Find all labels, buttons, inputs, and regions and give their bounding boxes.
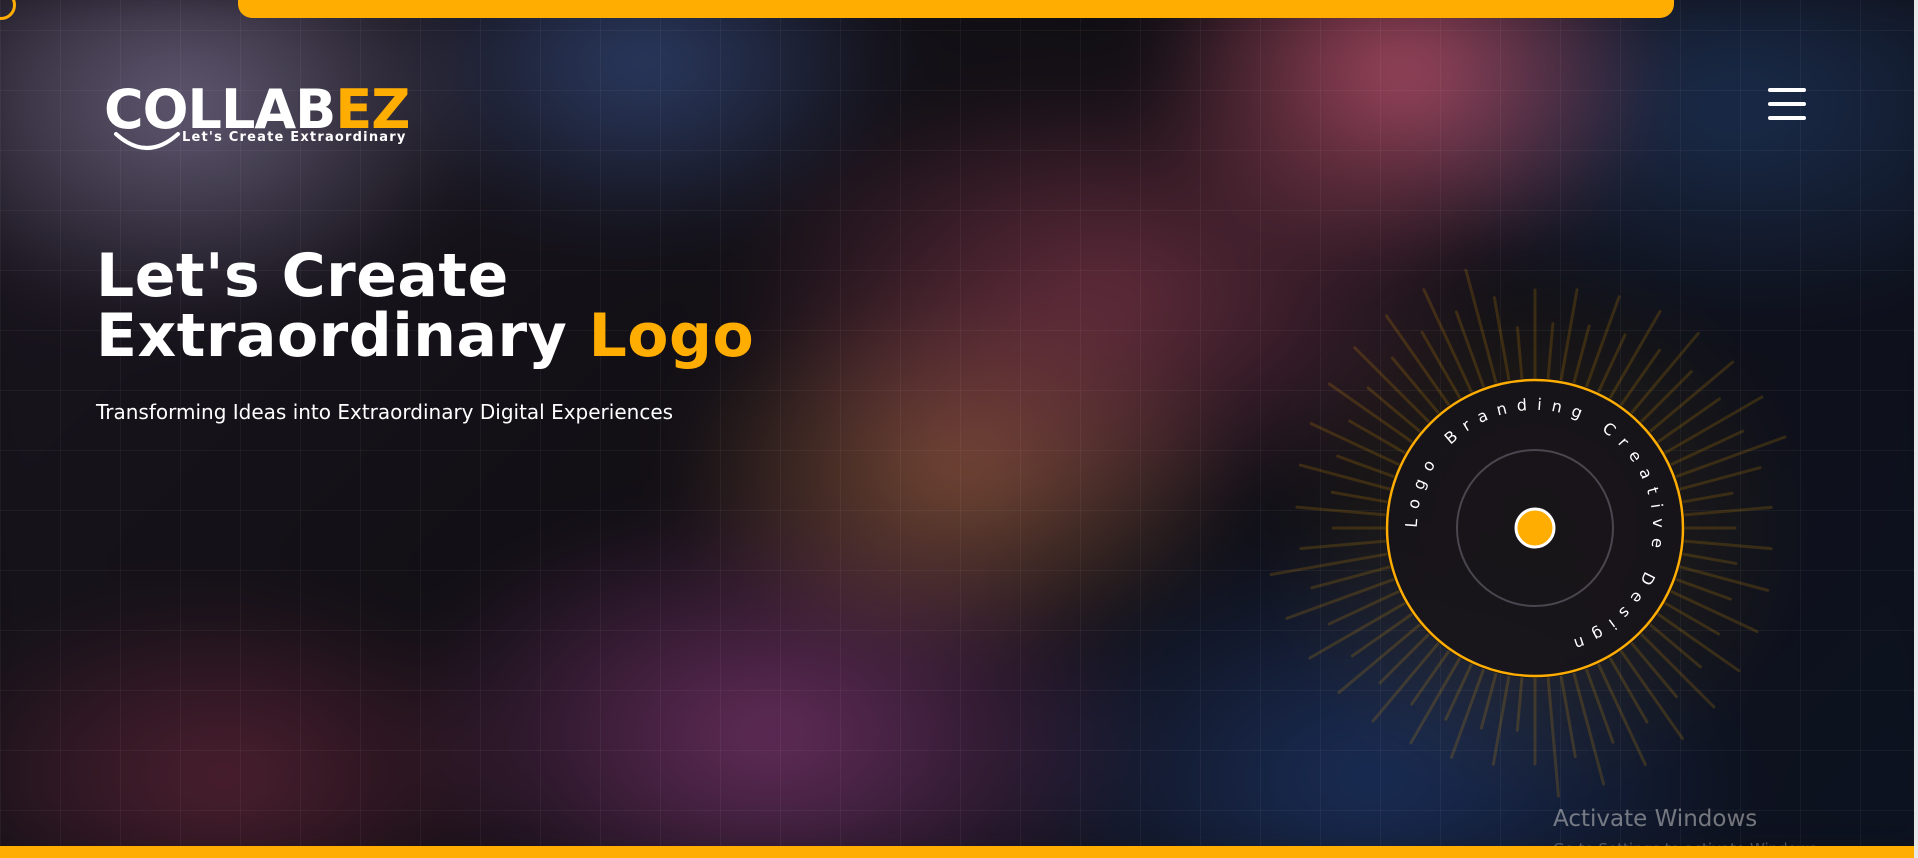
bottom-accent-bar	[0, 846, 1918, 858]
hamburger-menu-icon[interactable]	[1768, 88, 1806, 120]
scrollbar-edge[interactable]	[1914, 0, 1918, 858]
logo-smile-icon	[114, 132, 180, 150]
site-logo[interactable]: COLLABEZ Let's Create Extraordinary	[104, 80, 414, 154]
activate-windows-title: Activate Windows	[1553, 806, 1758, 832]
landing-page: COLLABEZ Let's Create Extraordinary Let'…	[0, 0, 1918, 858]
top-accent-bar	[238, 0, 1674, 18]
hero-title: Let's Create Extraordinary Logo	[96, 246, 754, 366]
hero-title-line-1: Let's Create	[96, 241, 509, 311]
hero-title-line-2: Extraordinary Logo	[96, 306, 754, 366]
logo-tagline: Let's Create Extraordinary	[182, 130, 407, 145]
hero-subtitle: Transforming Ideas into Extraordinary Di…	[96, 400, 674, 424]
hamburger-line	[1768, 88, 1806, 92]
badge-center-dot	[1514, 507, 1556, 549]
rotating-badge: Logo Branding Creative Design	[1235, 228, 1835, 828]
badge-graphic: Logo Branding Creative Design	[1255, 248, 1815, 808]
hero-title-accent: Logo	[588, 301, 755, 371]
hero-title-line-2-main: Extraordinary	[96, 301, 589, 371]
hamburger-line	[1768, 102, 1806, 106]
hamburger-line	[1768, 116, 1806, 120]
